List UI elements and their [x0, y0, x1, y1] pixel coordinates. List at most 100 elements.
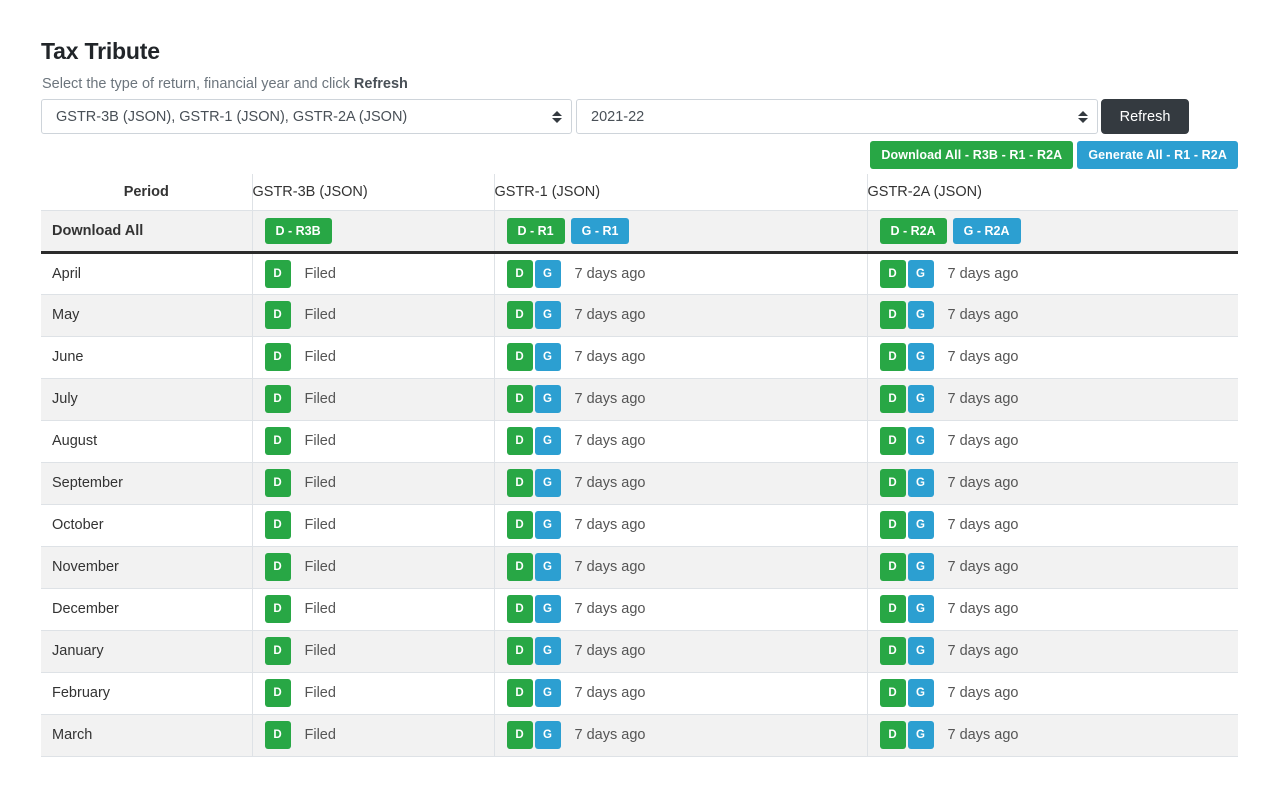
gstr3b-cell: D Filed — [251, 462, 494, 505]
generate-all-r1-button[interactable]: G - R1 — [570, 217, 630, 244]
generate-all-button[interactable]: Generate All - R1 - R2A — [1077, 141, 1238, 169]
generate-r1-button[interactable]: G — [534, 343, 561, 371]
generate-r1-button[interactable]: G — [534, 385, 561, 413]
status-text: 7 days ago — [947, 559, 1019, 575]
gstr1-cell: DG 7 days ago — [493, 546, 867, 589]
generate-r2a-button[interactable]: G — [907, 595, 934, 623]
download-r2a-button[interactable]: D — [879, 721, 906, 749]
gstr3b-cell: D Filed — [251, 420, 494, 463]
table-row: January D Filed D G 7 days ago D G 7 days ago — [41, 630, 1238, 673]
generate-r2a-button[interactable]: G — [907, 427, 934, 455]
download-r1-button[interactable]: D — [506, 385, 533, 413]
download-r2a-button[interactable]: D — [879, 301, 906, 329]
generate-r1-button[interactable]: G — [534, 553, 561, 581]
status-text: 7 days ago — [574, 391, 646, 407]
action-button-group: D — [264, 301, 291, 329]
cell-content: D Filed — [264, 427, 482, 455]
status-text: Filed — [304, 685, 336, 701]
download-r2a-button[interactable]: D — [879, 511, 906, 539]
action-button-group: D — [264, 721, 291, 749]
download-all-gstr3b-cell: D - R3B — [251, 210, 494, 254]
generate-r2a-button[interactable]: G — [907, 343, 934, 371]
period-cell: May — [41, 294, 252, 337]
download-r2a-button[interactable]: D — [879, 259, 906, 288]
download-r3b-button[interactable]: D — [264, 553, 291, 581]
download-r1-button[interactable]: D — [506, 343, 533, 371]
cell-content: DG 7 days ago — [506, 343, 855, 371]
generate-r1-button[interactable]: G — [534, 427, 561, 455]
download-r3b-button[interactable]: D — [264, 469, 291, 497]
table-header-row: Period GSTR-3B (JSON) GSTR-1 (JSON) GSTR… — [41, 174, 1238, 211]
download-r3b-button[interactable]: D — [264, 259, 291, 288]
download-all-r1-button[interactable]: D - R1 — [506, 217, 565, 244]
generate-r1-button[interactable]: G — [534, 637, 561, 665]
download-r2a-button[interactable]: D — [879, 553, 906, 581]
cell-content: DG 7 days ago — [879, 679, 1227, 707]
generate-r1-button[interactable]: G — [534, 679, 561, 707]
generate-r2a-button[interactable]: G — [907, 553, 934, 581]
table-row: May D Filed D G 7 days ago D G 7 days ago — [41, 294, 1238, 337]
generate-r2a-button[interactable]: G — [907, 385, 934, 413]
period-cell: June — [41, 336, 252, 379]
generate-r2a-button[interactable]: G — [907, 259, 934, 288]
download-r3b-button[interactable]: D — [264, 637, 291, 665]
refresh-button[interactable]: Refresh — [1101, 99, 1189, 134]
action-button-group: DG — [879, 553, 934, 581]
generate-r2a-button[interactable]: G — [907, 721, 934, 749]
return-type-select[interactable]: GSTR-3B (JSON), GSTR-1 (JSON), GSTR-2A (… — [41, 99, 572, 134]
cell-content: DG 7 days ago — [506, 259, 855, 288]
download-r3b-button[interactable]: D — [264, 427, 291, 455]
download-r2a-button[interactable]: D — [879, 595, 906, 623]
gstr3b-cell: D Filed — [251, 336, 494, 379]
generate-r1-button[interactable]: G — [534, 721, 561, 749]
status-text: 7 days ago — [947, 601, 1019, 617]
download-r1-button[interactable]: D — [506, 469, 533, 497]
download-r1-button[interactable]: D — [506, 721, 533, 749]
action-button-group: DG — [506, 301, 561, 329]
download-r2a-button[interactable]: D — [879, 637, 906, 665]
gstr2a-cell: DG 7 days ago — [866, 546, 1238, 589]
download-r1-button[interactable]: D — [506, 553, 533, 581]
download-all-r3b-button[interactable]: D - R3B — [264, 217, 332, 244]
download-r3b-button[interactable]: D — [264, 385, 291, 413]
generate-r1-button[interactable]: G — [534, 511, 561, 539]
download-all-r2a-button[interactable]: D - R2A — [879, 217, 947, 244]
download-r2a-button[interactable]: D — [879, 427, 906, 455]
status-text: 7 days ago — [947, 307, 1019, 323]
generate-r1-button[interactable]: G — [534, 301, 561, 329]
generate-r1-button[interactable]: G — [534, 595, 561, 623]
download-r1-button[interactable]: D — [506, 679, 533, 707]
download-r1-button[interactable]: D — [506, 301, 533, 329]
download-r3b-button[interactable]: D — [264, 721, 291, 749]
download-r2a-button[interactable]: D — [879, 385, 906, 413]
download-r2a-button[interactable]: D — [879, 469, 906, 497]
download-r3b-button[interactable]: D — [264, 595, 291, 623]
download-r2a-button[interactable]: D — [879, 679, 906, 707]
download-r3b-button[interactable]: D — [264, 343, 291, 371]
download-r3b-button[interactable]: D — [264, 679, 291, 707]
download-r3b-button[interactable]: D — [264, 511, 291, 539]
generate-r1-button[interactable]: G — [534, 469, 561, 497]
generate-r2a-button[interactable]: G — [907, 637, 934, 665]
cell-content: DG 7 days ago — [506, 385, 855, 413]
generate-r1-button[interactable]: G — [534, 259, 561, 288]
download-r1-button[interactable]: D — [506, 595, 533, 623]
download-r1-button[interactable]: D — [506, 259, 533, 288]
page-title: Tax Tribute — [41, 38, 160, 64]
generate-all-r2a-button[interactable]: G - R2A — [952, 217, 1021, 244]
download-r1-button[interactable]: D — [506, 511, 533, 539]
generate-r2a-button[interactable]: G — [907, 511, 934, 539]
status-text: 7 days ago — [947, 643, 1019, 659]
download-r1-button[interactable]: D — [506, 637, 533, 665]
generate-r2a-button[interactable]: G — [907, 301, 934, 329]
download-r1-button[interactable]: D — [506, 427, 533, 455]
financial-year-select[interactable]: 2021-22 — [576, 99, 1098, 134]
download-r2a-button[interactable]: D — [879, 343, 906, 371]
generate-r2a-button[interactable]: G — [907, 469, 934, 497]
cell-content: DG 7 days ago — [879, 469, 1227, 497]
download-r3b-button[interactable]: D — [264, 301, 291, 329]
cell-content: D Filed — [264, 511, 482, 539]
gstr2a-cell: DG 7 days ago — [866, 714, 1238, 757]
download-all-button[interactable]: Download All - R3B - R1 - R2A — [870, 141, 1074, 169]
generate-r2a-button[interactable]: G — [907, 679, 934, 707]
